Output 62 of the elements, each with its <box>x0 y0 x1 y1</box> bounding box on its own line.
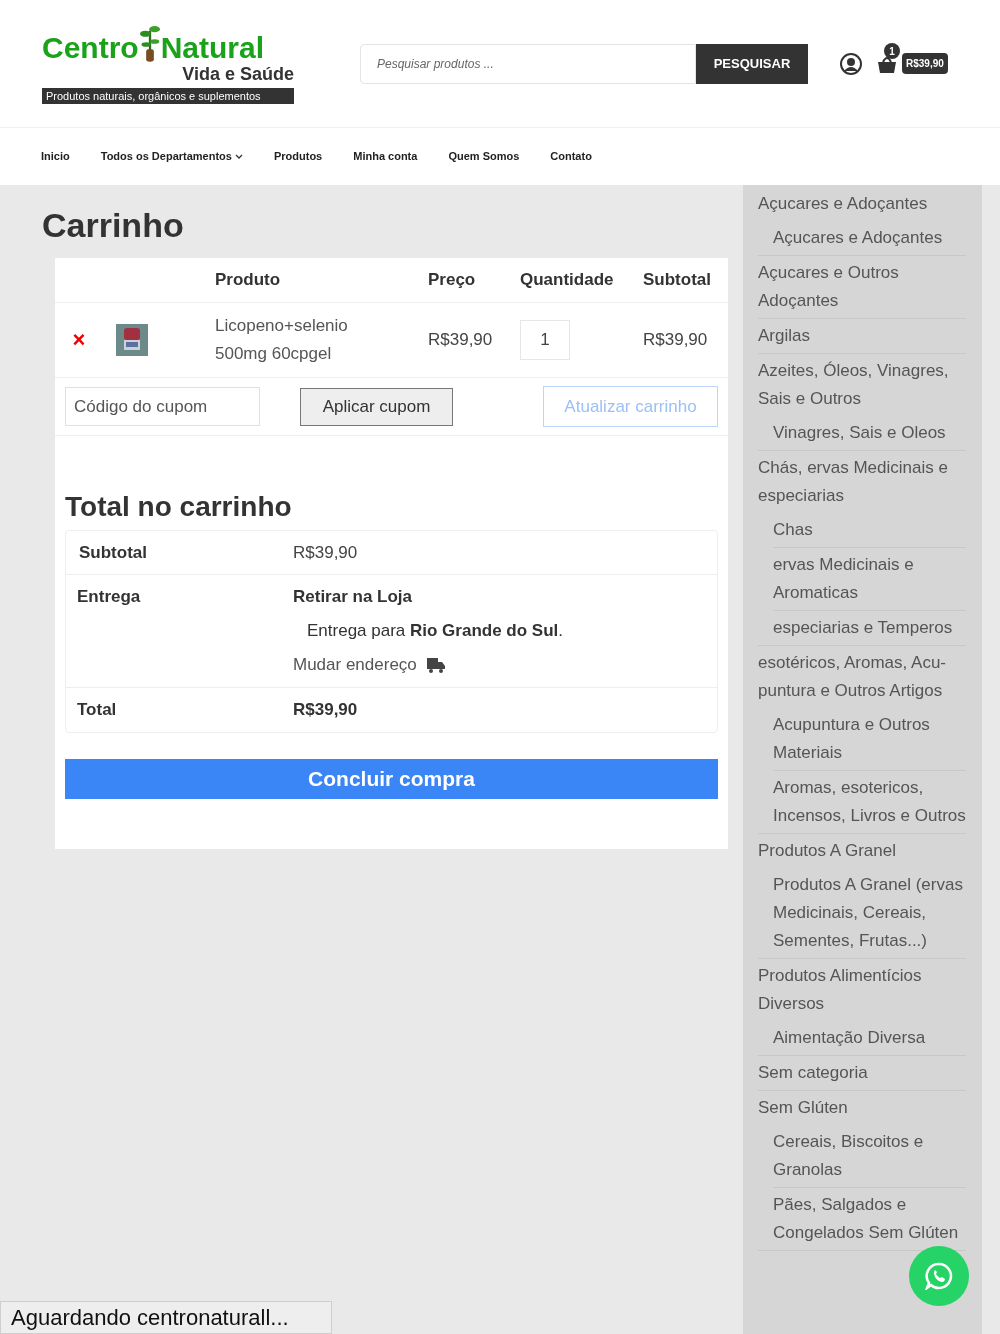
category-link[interactable]: Produtos Alimentícios Diversos <box>758 962 966 1018</box>
category-link[interactable]: Produtos A Granel (ervas Medicinais, Cereais, Sementes, Frutas...) <box>773 871 966 955</box>
logo-text: Natural <box>160 33 265 63</box>
section-title: Total no carrinho <box>65 490 293 524</box>
shipping-method: Retirar na Loja <box>293 586 414 608</box>
category-link[interactable]: Cereais, Biscoitos e Granolas <box>773 1128 966 1184</box>
category-link[interactable]: especiarias e Temperos <box>773 614 966 642</box>
quantity-field[interactable]: 1 <box>520 320 570 360</box>
category-link[interactable]: Argilas <box>758 322 966 350</box>
logo-tagline: Produtos naturais, orgânicos e suplementos <box>42 87 294 104</box>
category-link[interactable]: Azeites, Óleos, Vinagres, Sais e Outros <box>758 357 966 413</box>
category-link[interactable]: Vinagres, Sais e Oleos <box>773 419 966 447</box>
category-link[interactable]: Chás, ervas Medicinais e especiarias <box>758 454 966 510</box>
category-link[interactable]: Aimentação Diversa <box>773 1024 966 1052</box>
nav-link[interactable]: Contato <box>550 148 592 165</box>
category-link[interactable]: Açucares e Adoçantes <box>773 224 966 252</box>
status-bar: Aguardando centronaturall... <box>0 1301 332 1334</box>
row-label: Subtotal <box>78 541 148 564</box>
apply-coupon-button[interactable]: Aplicar cupom <box>300 387 453 426</box>
nav-link[interactable]: Todos os Departamentos <box>100 148 243 165</box>
category-link[interactable]: Pães, Salgados e Congelados Sem Glúten <box>773 1191 966 1247</box>
truck-icon <box>426 657 445 673</box>
row-label: Entrega <box>76 586 142 608</box>
category-link[interactable]: Sem Glúten <box>758 1094 966 1122</box>
coupon-field[interactable]: Código do cupom <box>65 387 260 426</box>
nav-link[interactable]: Inicio <box>41 148 70 165</box>
logo-text: Centro <box>42 33 139 63</box>
cart-total[interactable]: R$39,90 <box>902 53 948 74</box>
category-link[interactable]: Aromas, esotericos, Incensos, Livros e Outros <box>773 774 966 830</box>
logo-subtitle: Vida e Saúde <box>182 63 294 86</box>
nav-link[interactable]: Produtos <box>273 148 323 165</box>
change-address-link[interactable]: Mudar endereço <box>293 653 564 677</box>
nav-link[interactable]: Minha conta <box>353 148 418 165</box>
search-field[interactable]: Pesquisar produtos ... <box>360 43 696 84</box>
page-title: Carrinho <box>42 205 185 245</box>
total-value: R$39,90 <box>293 699 358 722</box>
column-header: Preço <box>427 269 477 292</box>
category-link[interactable]: Produtos A Granel <box>758 837 966 865</box>
category-link[interactable]: esotéricos, Aromas, Acu-puntura e Outros Artigos <box>758 649 966 705</box>
cart-count-badge: 1 <box>884 43 900 59</box>
column-header: Quantidade <box>519 269 615 292</box>
product-price: R$39,90 <box>427 329 494 352</box>
remove-button[interactable]: × <box>72 329 86 351</box>
logo[interactable]: Centro Natural Vida e Saúde Produtos naturais, orgânicos e suplementos <box>42 23 294 104</box>
subtotal-value: R$39,90 <box>293 541 358 564</box>
category-link[interactable]: Acupuntura e Outros Materiais <box>773 711 966 767</box>
shipping-destination: Entrega para Rio Grande do Sul. <box>306 620 564 642</box>
whatsapp-icon <box>925 1262 953 1290</box>
column-header: Produto <box>214 269 282 292</box>
category-link[interactable]: Açucares e Outros Adoçantes <box>758 259 966 315</box>
category-link[interactable]: Açucares e Adoçantes <box>758 190 966 218</box>
search-button[interactable]: PESQUISAR <box>696 43 808 84</box>
row-label: Total <box>76 699 118 722</box>
category-link[interactable]: Sem categoria <box>758 1059 966 1087</box>
column-header: Subtotal <box>642 269 712 292</box>
plant-icon <box>138 23 161 63</box>
product-subtotal: R$39,90 <box>642 329 709 352</box>
checkout-button[interactable]: Concluir compra <box>65 759 718 799</box>
nav-link[interactable]: Quem Somos <box>448 148 520 165</box>
user-icon[interactable] <box>840 52 862 75</box>
category-link[interactable]: Chas <box>773 516 966 544</box>
product-name[interactable]: Licopeno+selenio 500mg 60cpgel <box>203 312 416 368</box>
